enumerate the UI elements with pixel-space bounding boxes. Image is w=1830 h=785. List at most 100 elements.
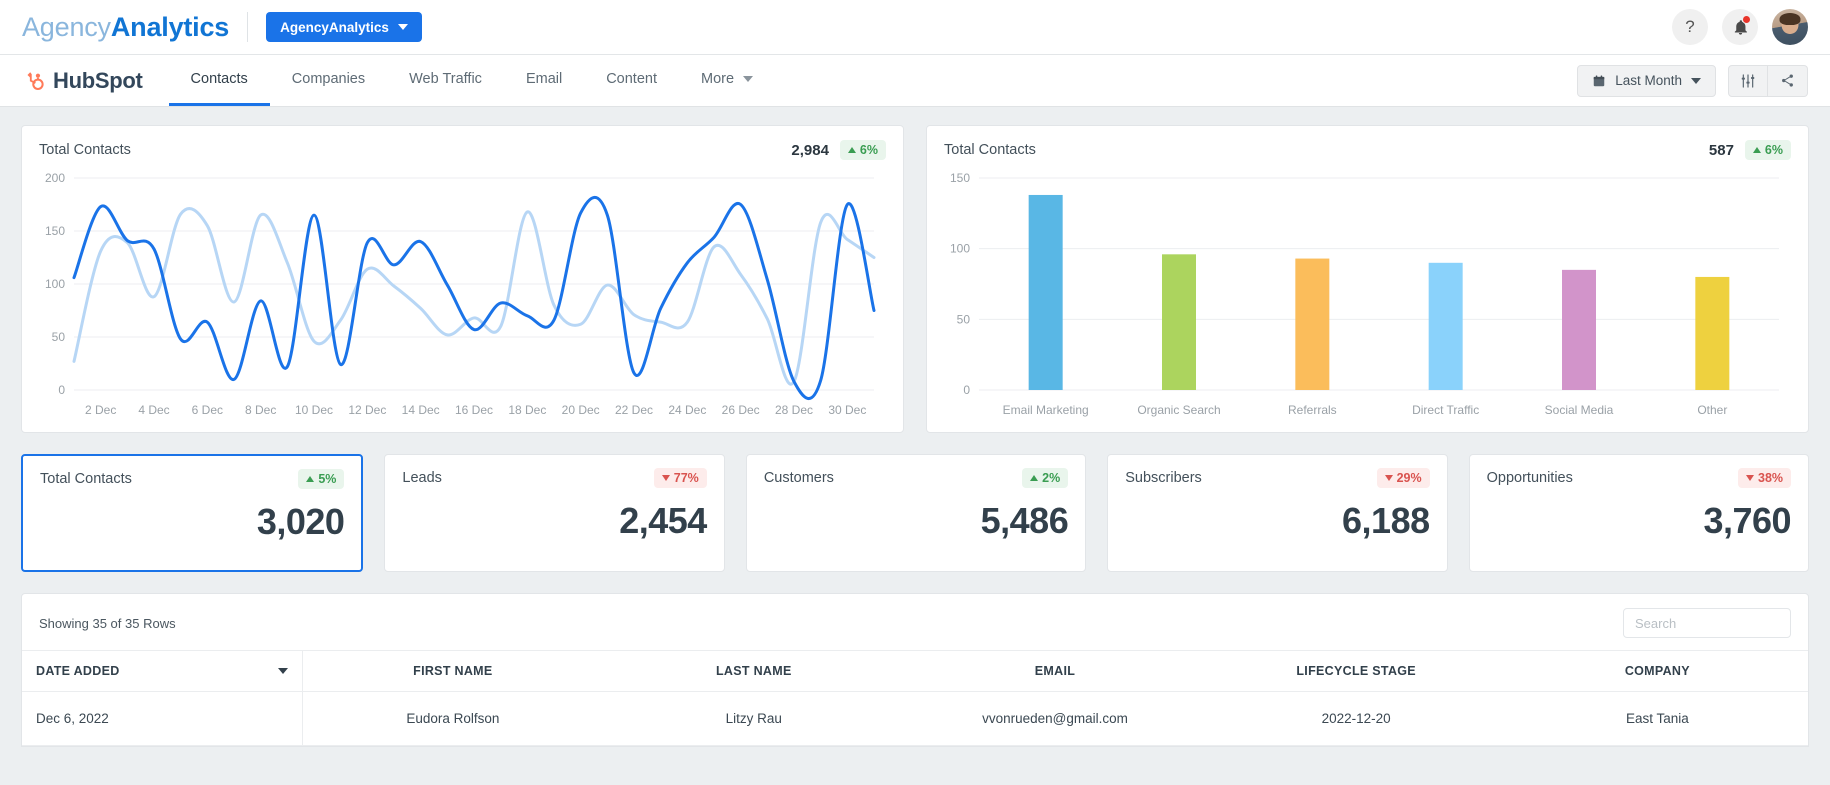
kpi-label: Subscribers: [1125, 470, 1202, 486]
date-range-button[interactable]: Last Month: [1577, 64, 1716, 97]
dashboard: Total Contacts 2,984 6% 0 50 100 150 200 2 De…: [0, 107, 1830, 747]
triangle-up-icon: [847, 147, 856, 153]
column-header-lifecycle-stage[interactable]: LIFECYCLE STAGE: [1205, 650, 1507, 692]
svg-text:22 Dec: 22 Dec: [615, 403, 653, 417]
notifications-button[interactable]: [1722, 9, 1758, 45]
kpi-card-header: Leads 77%: [402, 468, 707, 488]
svg-text:100: 100: [45, 277, 65, 291]
nav-icon-group: [1728, 64, 1808, 97]
tab-content-label: Content: [606, 71, 657, 87]
line-chart-total: 2,984: [791, 141, 829, 159]
kpi-delta-value: 5%: [318, 472, 337, 486]
kpi-card-header: Total Contacts 5%: [40, 469, 345, 489]
bar-chart-card: Total Contacts 587 6% 0 50 100 150 Email Mar…: [926, 125, 1809, 433]
line-chart-header: Total Contacts 2,984 6%: [22, 126, 903, 164]
date-range-label: Last Month: [1615, 73, 1682, 88]
bar-chart-title: Total Contacts: [944, 142, 1036, 158]
contacts-table: DATE ADDED FIRST NAME LAST NAME EMAIL LI…: [22, 650, 1808, 746]
column-header-lifecycle-stage-label: LIFECYCLE STAGE: [1296, 664, 1416, 678]
triangle-up-icon: [1752, 147, 1761, 153]
svg-text:6 Dec: 6 Dec: [192, 403, 223, 417]
triangle-down-icon: [1746, 475, 1754, 481]
kpi-value: 3,760: [1703, 500, 1792, 541]
help-button[interactable]: ?: [1672, 9, 1708, 45]
chevron-down-icon: [1691, 77, 1701, 84]
tab-companies[interactable]: Companies: [270, 55, 387, 106]
line-chart-delta-value: 6%: [859, 143, 878, 157]
column-header-first-name[interactable]: FIRST NAME: [302, 650, 604, 692]
svg-text:0: 0: [58, 383, 65, 397]
column-header-first-name-label: FIRST NAME: [413, 664, 493, 678]
tab-contacts-label: Contacts: [190, 71, 248, 87]
table-row[interactable]: Dec 6, 2022 Eudora Rolfson Litzy Rau vvonru…: [22, 691, 1808, 746]
calendar-icon: [1593, 74, 1605, 86]
kpi-value: 5,486: [980, 500, 1069, 541]
triangle-down-icon: [661, 475, 670, 481]
kpi-delta-badge: 38%: [1738, 468, 1792, 488]
line-chart-delta-badge: 6%: [839, 140, 886, 160]
tab-content[interactable]: Content: [584, 55, 679, 106]
kpi-label: Leads: [402, 470, 442, 486]
svg-text:12 Dec: 12 Dec: [348, 403, 386, 417]
svg-text:150: 150: [950, 171, 970, 185]
share-icon: [1782, 74, 1793, 87]
bar-chart-header: Total Contacts 587 6%: [927, 126, 1808, 164]
bar-chart-body: 0 50 100 150 Email Marketing Organic Search Re…: [927, 164, 1808, 432]
cell-company: East Tania: [1506, 691, 1808, 746]
svg-text:16 Dec: 16 Dec: [455, 403, 493, 417]
column-header-date-added-label: DATE ADDED: [36, 664, 120, 678]
svg-text:4 Dec: 4 Dec: [138, 403, 169, 417]
cell-email: vvonrueden@gmail.com: [904, 691, 1206, 746]
column-header-last-name[interactable]: LAST NAME: [603, 650, 905, 692]
tab-email[interactable]: Email: [504, 55, 584, 106]
cell-first-name: Eudora Rolfson: [302, 691, 604, 746]
svg-text:150: 150: [45, 224, 65, 238]
kpi-label: Total Contacts: [40, 471, 132, 487]
column-header-company[interactable]: COMPANY: [1506, 650, 1808, 692]
cell-lifecycle-stage: 2022-12-20: [1205, 691, 1507, 746]
tab-more[interactable]: More: [679, 55, 775, 106]
hubspot-sprocket-icon: [27, 71, 44, 90]
search-input[interactable]: [1623, 608, 1791, 638]
tab-contacts[interactable]: Contacts: [168, 55, 270, 106]
kpi-card-opportunities[interactable]: Opportunities 38% 3,760: [1468, 454, 1810, 572]
chevron-down-icon: [743, 76, 754, 82]
kpi-card-customers[interactable]: Customers 2% 5,486: [745, 454, 1087, 572]
kpi-card-subscribers[interactable]: Subscribers 29% 6,188: [1107, 454, 1448, 572]
account-selector-button[interactable]: AgencyAnalytics: [266, 12, 422, 42]
chevron-down-icon: [397, 24, 408, 30]
bar-chart-delta-badge: 6%: [1744, 140, 1791, 160]
hubspot-name: HubSpot: [53, 67, 143, 93]
sliders-icon: [1741, 73, 1755, 88]
kpi-delta-value: 38%: [1758, 471, 1784, 485]
cell-date-added: Dec 6, 2022: [22, 691, 303, 746]
kpi-card-total-contacts[interactable]: Total Contacts 5% 3,020: [21, 454, 364, 572]
table-head: DATE ADDED FIRST NAME LAST NAME EMAIL LI…: [22, 650, 1808, 692]
avatar[interactable]: [1772, 9, 1808, 45]
integration-nav-bar: HubSpot Contacts Companies Web Traffic E…: [0, 55, 1830, 107]
tab-email-label: Email: [525, 71, 563, 87]
tab-web-traffic[interactable]: Web Traffic: [387, 55, 504, 106]
filter-settings-button[interactable]: [1728, 64, 1768, 97]
kpi-value: 3,020: [256, 501, 345, 542]
account-selector-label: AgencyAnalytics: [280, 19, 389, 35]
svg-text:Referrals: Referrals: [1288, 403, 1337, 417]
question-mark-icon: ?: [1685, 17, 1695, 36]
column-header-date-added[interactable]: DATE ADDED: [22, 650, 303, 692]
svg-text:Other: Other: [1697, 403, 1727, 417]
kpi-card-leads[interactable]: Leads 77% 2,454: [384, 454, 725, 572]
notification-badge: [1742, 15, 1751, 24]
rows-count-label: Showing 35 of 35 Rows: [39, 615, 176, 631]
kpi-card-header: Opportunities 38%: [1487, 468, 1792, 488]
charts-row: Total Contacts 2,984 6% 0 50 100 150 200 2 De…: [21, 125, 1809, 433]
svg-text:14 Dec: 14 Dec: [402, 403, 440, 417]
kpi-value: 2,454: [619, 500, 707, 541]
column-header-email[interactable]: EMAIL: [904, 650, 1206, 692]
tab-more-label: More: [701, 71, 735, 87]
svg-text:Email Marketing: Email Marketing: [1003, 403, 1089, 417]
share-button[interactable]: [1768, 64, 1808, 97]
bar-chart-delta-value: 6%: [1764, 143, 1783, 157]
svg-text:26 Dec: 26 Dec: [722, 403, 760, 417]
kpi-delta-badge: 5%: [298, 469, 345, 489]
brand-first-word: Agency: [22, 11, 111, 42]
